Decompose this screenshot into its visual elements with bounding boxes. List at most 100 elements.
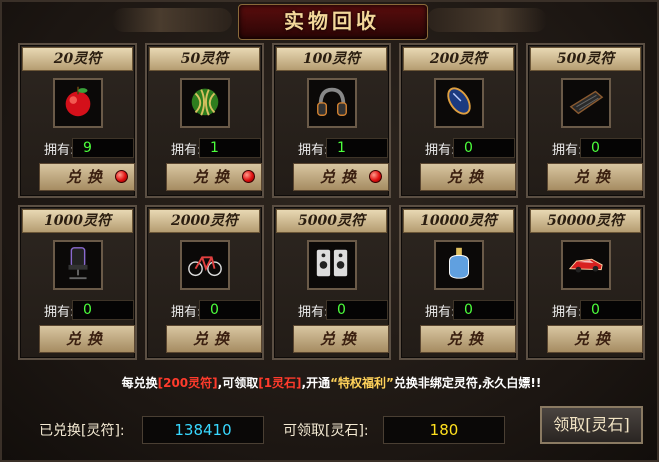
exchange-label: 兑换 [192,330,235,348]
exchange-button[interactable]: 兑换 [39,325,135,353]
item-slot[interactable] [180,240,230,290]
notice-highlight: [200灵符] [157,376,218,390]
recycle-panel: 实物回收 20灵符 拥有: 9 兑换 50灵符 拥有: 1 兑换 100灵符 拥有: 1 兑换 200灵… [0,0,659,462]
item-card: 100灵符拥有: 1 兑换 [272,43,391,198]
exchange-label: 兑换 [573,168,616,186]
exchange-button[interactable]: 兑换 [293,163,389,191]
item-cost: 100灵符 [276,47,387,71]
exchange-button[interactable]: 兑换 [39,163,135,191]
mouse-icon [440,82,478,124]
item-slot[interactable] [434,240,484,290]
item-cost: 200灵符 [403,47,514,71]
item-card: 10000灵符拥有: 0 兑换 [399,205,518,360]
owned-count: 1 [326,138,388,158]
notice-part: ,开通 [301,376,331,390]
item-cost: 1000灵符 [22,209,133,233]
exchange-label: 兑换 [446,330,489,348]
owned-label: 拥有: [552,143,583,158]
item-slot[interactable] [180,78,230,128]
item-card: 200灵符拥有: 0 兑换 [399,43,518,198]
owned-label: 拥有: [298,305,329,320]
red-apple-icon [59,82,97,124]
exchanged-value: 138410 [142,416,264,444]
exchange-button[interactable]: 兑换 [547,325,643,353]
notice-part: ,可领取 [217,376,259,390]
owned-label: 拥有: [425,305,456,320]
owned-count: 0 [453,138,515,158]
item-cost: 10000灵符 [403,209,514,233]
claimable-value: 180 [383,416,505,444]
item-slot[interactable] [53,240,103,290]
exchange-label: 兑换 [319,168,362,186]
item-slot[interactable] [307,240,357,290]
item-cost: 50灵符 [149,47,260,71]
item-slot[interactable] [307,78,357,128]
owned-count: 9 [72,138,134,158]
exchange-label: 兑换 [192,168,235,186]
item-grid: 20灵符 拥有: 9 兑换 50灵符 拥有: 1 兑换 100灵符 拥有: 1 兑换 200灵符 拥有: 0… [18,43,648,360]
keyboard-icon [567,82,605,124]
exchange-label: 兑换 [319,330,362,348]
item-card: 50灵符拥有: 1 兑换 [145,43,264,198]
owned-label: 拥有: [552,305,583,320]
exchange-notice: 每兑换[200灵符],可领取[1灵石],开通“特权福利”兑换非绑定灵符,永久白嫖… [2,374,659,392]
notification-dot-icon [369,170,382,183]
owned-label: 拥有: [171,143,202,158]
owned-label: 拥有: [44,305,75,320]
exchange-label: 兑换 [446,168,489,186]
item-card: 1000灵符拥有: 0 兑换 [18,205,137,360]
notification-dot-icon [115,170,128,183]
item-card: 50000灵符拥有: 0 兑换 [526,205,645,360]
notice-part: 每兑换 [121,376,158,390]
item-slot[interactable] [434,78,484,128]
owned-count: 1 [199,138,261,158]
exchange-button[interactable]: 兑换 [420,325,516,353]
exchange-button[interactable]: 兑换 [293,325,389,353]
gaming-chair-icon [59,244,97,286]
owned-label: 拥有: [44,143,75,158]
owned-count: 0 [580,300,642,320]
claimable-label: 可领取[灵石]: [283,423,369,439]
item-card: 500灵符拥有: 0 兑换 [526,43,645,198]
owned-count: 0 [72,300,134,320]
title-ornament-left [112,8,232,32]
item-slot[interactable] [53,78,103,128]
claim-lingshi-button[interactable]: 领取[灵石] [540,406,643,444]
item-card: 5000灵符 拥有: 0 兑换 [272,205,391,360]
item-slot[interactable] [561,240,611,290]
owned-count: 0 [453,300,515,320]
exchanged-label: 已兑换[灵符]: [39,423,125,439]
exchange-button[interactable]: 兑换 [420,163,516,191]
owned-count: 0 [580,138,642,158]
speakers-icon [313,244,351,286]
item-card: 20灵符拥有: 9 兑换 [18,43,137,198]
item-cost: 2000灵符 [149,209,260,233]
watermelon-icon [186,82,224,124]
item-card: 2000灵符拥有: 0 兑换 [145,205,264,360]
owned-label: 拥有: [298,143,329,158]
owned-count: 0 [326,300,388,320]
notice-part: 兑换非绑定灵符,永久白嫖!! [393,376,542,390]
perfume-bottle-icon [440,244,478,286]
panel-title: 实物回收 [284,9,380,33]
title-ornament-right [427,8,547,32]
owned-label: 拥有: [425,143,456,158]
exchange-label: 兑换 [573,330,616,348]
exchange-label: 兑换 [65,330,108,348]
item-cost: 20灵符 [22,47,133,71]
exchange-label: 兑换 [65,168,108,186]
owned-label: 拥有: [171,305,202,320]
item-cost: 500灵符 [530,47,641,71]
item-cost: 50000灵符 [530,209,641,233]
exchange-button[interactable]: 兑换 [166,325,262,353]
notice-highlight: [1灵石] [258,376,302,390]
headphones-icon [313,82,351,124]
notice-privilege: “特权福利” [330,376,394,390]
notification-dot-icon [242,170,255,183]
bicycle-icon [186,244,224,286]
exchange-button[interactable]: 兑换 [547,163,643,191]
sports-car-icon [567,244,605,286]
owned-count: 0 [199,300,261,320]
item-slot[interactable] [561,78,611,128]
exchange-button[interactable]: 兑换 [166,163,262,191]
